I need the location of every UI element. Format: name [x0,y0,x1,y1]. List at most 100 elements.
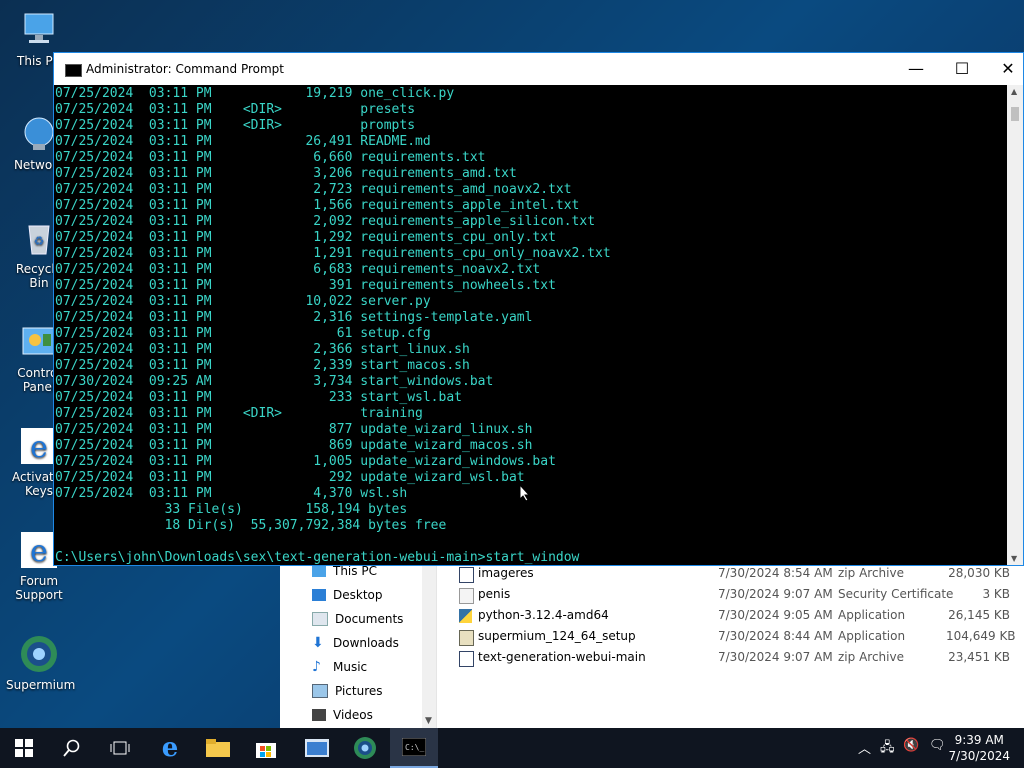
nav-item-label: Music [333,660,368,674]
desktop-icon-label: Supermium [6,678,76,692]
svg-text:C:\_: C:\_ [405,743,424,752]
nav-item-this-pc[interactable]: This PC [312,564,377,578]
nav-item-music[interactable]: ♪ Music [312,660,367,674]
window-title: Administrator: Command Prompt [86,62,284,76]
console-line: 07/25/2024 03:11 PM 1,292 requirements_c… [55,230,556,245]
file-explorer-window: This PC Desktop Documents ⬇ Downloads ♪ … [280,560,1024,728]
console-line: 07/25/2024 03:11 PM 233 start_wsl.bat [55,390,462,405]
nav-item-pictures[interactable]: Pictures [312,684,383,698]
command-prompt-window[interactable]: Administrator: Command Prompt — ☐ ✕ 07/2… [53,52,1024,566]
file-type: Application [838,629,906,643]
chevron-down-icon[interactable]: ▼ [1011,554,1017,563]
console-line: 07/25/2024 03:11 PM 2,723 requirements_a… [55,182,572,197]
store-icon [256,743,276,758]
window-app-icon [305,739,329,757]
zip-archive-icon [459,567,474,583]
notifications-icon[interactable]: 🗨 [929,738,946,753]
file-size: 23,451 KB [948,650,1010,664]
clock-date: 7/30/2024 [948,749,1010,763]
console-scrollbar[interactable]: ▲ ▼ [1007,85,1023,565]
python-installer-icon [459,609,472,623]
svg-text:e: e [30,430,48,465]
file-name: python-3.12.4-amd64 [478,608,609,622]
clock[interactable]: 9:39 AM 7/30/2024 [948,732,1010,764]
console-line: 07/25/2024 03:11 PM <DIR> training [55,406,423,421]
console-line: C:\Users\john\Downloads\sex\text-generat… [55,550,580,565]
console-line: 07/25/2024 03:11 PM 6,683 requirements_n… [55,262,541,277]
documents-icon [312,612,328,626]
nav-item-videos[interactable]: Videos [312,708,373,722]
console-line: 07/25/2024 03:11 PM 391 requirements_now… [55,278,556,293]
nav-item-desktop[interactable]: Desktop [312,588,383,602]
maximize-button[interactable]: ☐ [939,53,985,85]
file-date: 7/30/2024 8:54 AM [718,566,833,580]
chevron-up-icon[interactable]: ︿ [858,738,871,757]
computer-icon [19,10,59,50]
search-button[interactable] [48,728,96,768]
file-row[interactable]: imageres 7/30/2024 8:54 AM zip Archive 2… [456,564,1024,584]
console-line: 07/25/2024 03:11 PM 26,491 README.md [55,134,431,149]
start-button[interactable] [0,728,48,768]
minimize-button[interactable]: — [893,53,939,85]
console-line: 07/25/2024 03:11 PM 10,022 server.py [55,294,431,309]
nav-item-label: Desktop [333,588,383,602]
file-size: 26,145 KB [948,608,1010,622]
file-name: text-generation-webui-main [478,650,646,664]
file-date: 7/30/2024 9:07 AM [718,650,833,664]
console-line: 07/25/2024 03:11 PM 19,219 one_click.py [55,86,455,101]
taskbar-edge[interactable]: e [146,728,194,768]
svg-text:e: e [30,534,48,569]
console-line: 07/25/2024 03:11 PM 1,566 requirements_a… [55,198,580,213]
chevron-down-icon[interactable]: ▼ [425,716,432,726]
console-line: 07/25/2024 03:11 PM 877 update_wizard_li… [55,422,533,437]
console-line: 07/25/2024 03:11 PM <DIR> prompts [55,118,416,133]
taskbar-supermium[interactable] [341,728,389,768]
task-view-icon [110,741,130,755]
supermium-icon [354,737,376,759]
console-line: 07/25/2024 03:11 PM 1,005 update_wizard_… [55,454,556,469]
taskbar-app[interactable] [293,728,341,768]
zip-archive-icon [459,651,474,667]
edge-icon: e [161,733,179,763]
console-line: 07/25/2024 03:11 PM <DIR> presets [55,102,416,117]
nav-item-label: This PC [333,564,377,578]
file-row[interactable]: text-generation-webui-main 7/30/2024 9:0… [456,648,1024,668]
close-button[interactable]: ✕ [985,53,1024,85]
scrollbar-thumb[interactable] [1011,107,1019,121]
certificate-icon [459,588,474,604]
chevron-up-icon[interactable]: ▲ [1011,87,1017,96]
file-type: zip Archive [838,566,904,580]
file-date: 7/30/2024 8:44 AM [718,629,833,643]
console-line: 07/25/2024 03:11 PM 6,660 requirements.t… [55,150,486,165]
nav-item-downloads[interactable]: ⬇ Downloads [312,636,399,650]
nav-item-documents[interactable]: Documents [312,612,403,626]
nav-item-label: Documents [335,612,404,626]
clock-time: 9:39 AM [954,733,1004,747]
setup-installer-icon [459,630,474,646]
file-name: penis [478,587,511,601]
volume-muted-icon[interactable]: 🔇 [903,738,919,753]
network-icon[interactable]: 🖧 [880,738,895,760]
videos-icon [312,709,326,721]
task-view-button[interactable] [96,728,144,768]
file-row[interactable]: penis 7/30/2024 9:07 AM Security Certifi… [456,585,1024,605]
computer-icon [312,565,326,577]
desktop-icon-supermium[interactable]: Supermium [6,634,76,692]
music-icon: ♪ [312,659,321,675]
title-bar[interactable]: Administrator: Command Prompt — ☐ ✕ [54,53,1023,85]
desktop-folder-icon [312,589,326,601]
navigation-pane: This PC Desktop Documents ⬇ Downloads ♪ … [280,560,437,728]
cmd-icon [65,64,82,77]
file-row[interactable]: python-3.12.4-amd64 7/30/2024 9:05 AM Ap… [456,606,1024,626]
file-type: Security Certificate [838,587,954,601]
taskbar-command-prompt[interactable]: C:\_ [390,728,438,768]
file-size: 28,030 KB [948,566,1010,580]
taskbar-store[interactable] [242,728,290,768]
console-line: 07/25/2024 03:11 PM 869 update_wizard_ma… [55,438,533,453]
windows-logo-icon [15,739,33,757]
file-row[interactable]: supermium_124_64_setup 7/30/2024 8:44 AM… [456,627,1024,647]
nav-scrollbar[interactable]: ▼ [422,560,436,728]
taskbar-file-explorer[interactable] [194,728,242,768]
folder-icon [206,739,230,757]
nav-item-label: Pictures [335,684,383,698]
